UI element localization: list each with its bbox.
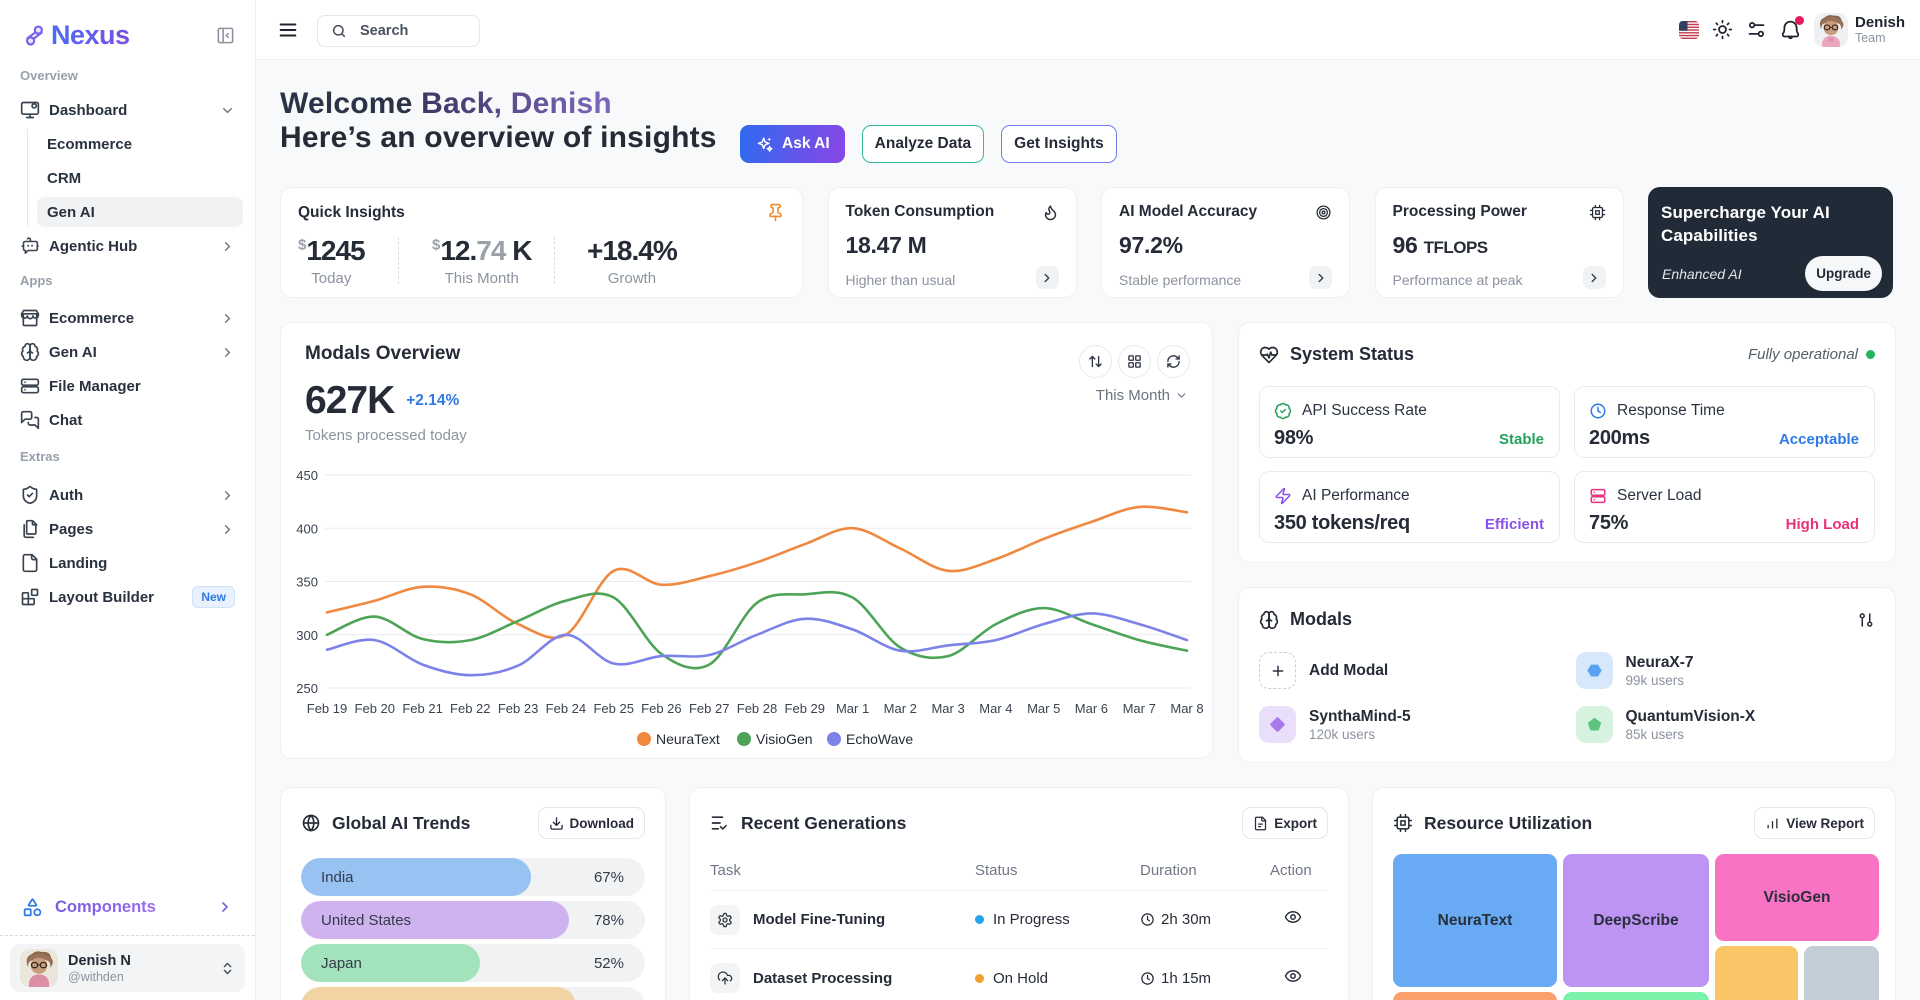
svg-text:450: 450 [296,468,318,483]
svg-text:Feb 19: Feb 19 [307,701,347,716]
svg-text:350: 350 [296,575,318,590]
svg-text:Mar 4: Mar 4 [979,701,1012,716]
svg-text:Feb 23: Feb 23 [498,701,538,716]
svg-text:Feb 20: Feb 20 [355,701,395,716]
svg-text:NeuraText: NeuraText [656,731,720,747]
svg-text:Mar 3: Mar 3 [931,701,964,716]
svg-text:Mar 8: Mar 8 [1170,701,1203,716]
svg-text:Mar 2: Mar 2 [884,701,917,716]
svg-text:Mar 7: Mar 7 [1123,701,1156,716]
svg-text:Mar 6: Mar 6 [1075,701,1108,716]
svg-text:Feb 25: Feb 25 [593,701,633,716]
svg-text:250: 250 [296,681,318,696]
svg-text:300: 300 [296,628,318,643]
svg-text:VisioGen: VisioGen [756,731,813,747]
svg-text:400: 400 [296,521,318,536]
svg-text:Feb 27: Feb 27 [689,701,729,716]
svg-text:Mar 1: Mar 1 [836,701,869,716]
svg-text:Feb 21: Feb 21 [402,701,442,716]
svg-text:Feb 22: Feb 22 [450,701,490,716]
svg-text:EchoWave: EchoWave [846,731,913,747]
svg-text:Feb 28: Feb 28 [737,701,777,716]
svg-text:Mar 5: Mar 5 [1027,701,1060,716]
svg-text:Feb 24: Feb 24 [546,701,586,716]
svg-text:Feb 29: Feb 29 [785,701,825,716]
svg-text:Feb 26: Feb 26 [641,701,681,716]
